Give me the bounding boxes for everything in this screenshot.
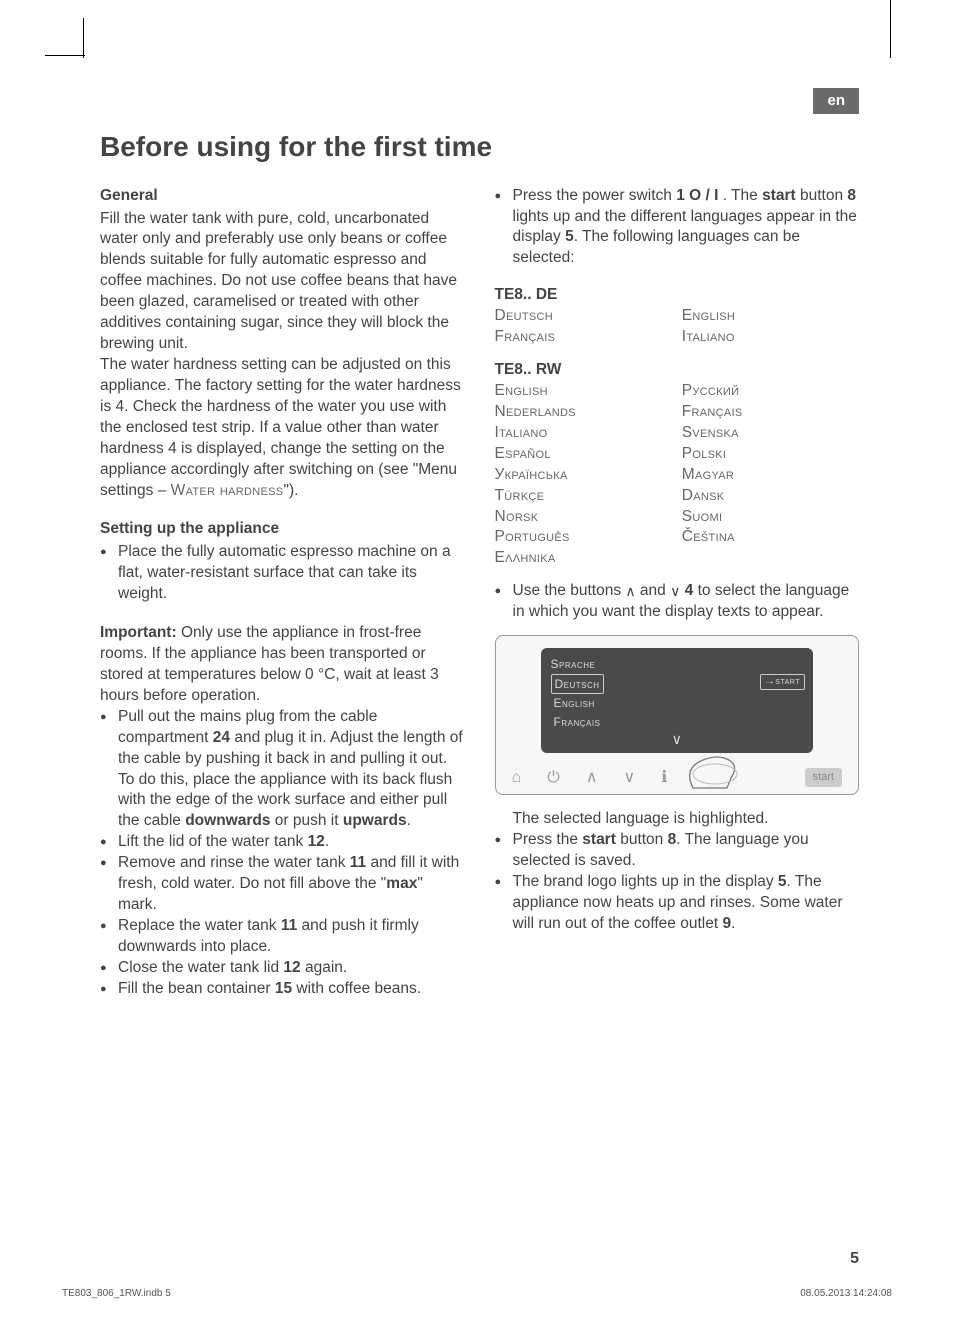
lang-ukrainian: Українська xyxy=(495,465,672,486)
step-replace-tank: Replace the water tank 11 and push it fi… xyxy=(100,916,465,958)
general-text-1: Fill the water tank with pure, cold, unc… xyxy=(100,209,465,355)
chevron-down-icon: ∨ xyxy=(624,767,636,789)
panel-buttons-row: ⌂ ⏻ ∧ ∨ ℹ start xyxy=(506,767,849,789)
right-column: Press the power switch 1 O / I . The sta… xyxy=(495,186,860,1000)
content-columns: General Fill the water tank with pure, c… xyxy=(100,186,859,1000)
display-screen: Sprache Deutsch English Français →start … xyxy=(541,648,814,753)
lang-italiano: Italiano xyxy=(682,327,859,348)
chevron-down-icon: ∨ xyxy=(672,730,682,749)
crop-mark-top xyxy=(45,55,85,56)
step-lift-lid: Lift the lid of the water tank 12. xyxy=(100,832,465,853)
crop-mark-left xyxy=(83,18,84,58)
lang-empty xyxy=(682,548,859,569)
lang-suomi: Suomi xyxy=(682,507,859,528)
power-icon: ⏻ xyxy=(547,767,560,789)
general-heading: General xyxy=(100,186,465,207)
info-icon: ℹ xyxy=(661,767,667,789)
lang-portugues: Português xyxy=(495,527,672,548)
lang-english: English xyxy=(495,381,672,402)
start-button-label: start xyxy=(805,768,842,787)
setup-item-place: Place the fully automatic espresso machi… xyxy=(100,542,465,605)
lang-francais: Français xyxy=(682,402,859,423)
page-title: Before using for the first time xyxy=(100,130,859,164)
screen-title: Sprache xyxy=(551,656,804,672)
step-rinse-tank: Remove and rinse the water tank 11 and f… xyxy=(100,853,465,916)
lang-espanol: Español xyxy=(495,444,672,465)
screen-option: Français xyxy=(551,713,804,731)
home-icon: ⌂ xyxy=(512,767,522,789)
step-close-lid: Close the water tank lid 12 again. xyxy=(100,958,465,979)
step-fill-beans: Fill the bean container 15 with coffee b… xyxy=(100,979,465,1000)
lang-norsk: Norsk xyxy=(495,507,672,528)
lang-francais: Français xyxy=(495,327,672,348)
step-power-switch: Press the power switch 1 O / I . The sta… xyxy=(495,186,860,270)
lang-deutsch: Deutsch xyxy=(495,306,672,327)
screen-start-badge: →start xyxy=(760,674,805,690)
step-select-language: Use the buttons ∧ and ∨ 4 to select the … xyxy=(495,581,860,623)
chevron-down-icon: ∨ xyxy=(670,582,680,601)
display-illustration: Sprache Deutsch English Français →start … xyxy=(495,635,860,795)
after-screen-text: The selected language is highlighted. xyxy=(495,809,860,830)
page-number: 5 xyxy=(850,1248,859,1270)
lang-turkce: Türkçe xyxy=(495,486,672,507)
de-language-grid: Deutsch English Français Italiano xyxy=(495,306,860,348)
crop-mark-right xyxy=(890,0,891,58)
rw-language-grid: English Русский Nederlands Français Ital… xyxy=(495,381,860,569)
lang-nederlands: Nederlands xyxy=(495,402,672,423)
lang-magyar: Magyar xyxy=(682,465,859,486)
lang-russian: Русский xyxy=(682,381,859,402)
lang-ellinika: Еλληνικα xyxy=(495,548,672,569)
footer-timestamp: 08.05.2013 14:24:08 xyxy=(800,1287,892,1301)
general-text-2: The water hardness setting can be adjust… xyxy=(100,355,465,501)
step-brand-logo: The brand logo lights up in the display … xyxy=(495,872,860,935)
screen-option-selected: Deutsch xyxy=(551,674,604,694)
lang-cestina: Čeština xyxy=(682,527,859,548)
step-press-start: Press the start button 8. The language y… xyxy=(495,830,860,872)
setup-heading: Setting up the appliance xyxy=(100,519,465,540)
lang-english: English xyxy=(682,306,859,327)
finger-press-icon xyxy=(683,748,753,790)
model-de-label: TE8.. DE xyxy=(495,285,860,306)
model-rw-label: TE8.. RW xyxy=(495,360,860,381)
lang-italiano: Italiano xyxy=(495,423,672,444)
lang-svenska: Svenska xyxy=(682,423,859,444)
footer-filename: TE803_806_1RW.indb 5 xyxy=(62,1287,171,1301)
screen-option: English xyxy=(551,694,804,712)
chevron-up-icon: ∧ xyxy=(625,582,635,601)
step-mains-plug: Pull out the mains plug from the cable c… xyxy=(100,707,465,833)
important-note: Important: Only use the appliance in fro… xyxy=(100,623,465,707)
lang-polski: Polski xyxy=(682,444,859,465)
chevron-up-icon: ∧ xyxy=(586,767,598,789)
left-column: General Fill the water tank with pure, c… xyxy=(100,186,465,1000)
lang-dansk: Dansk xyxy=(682,486,859,507)
language-tab: en xyxy=(813,88,859,114)
